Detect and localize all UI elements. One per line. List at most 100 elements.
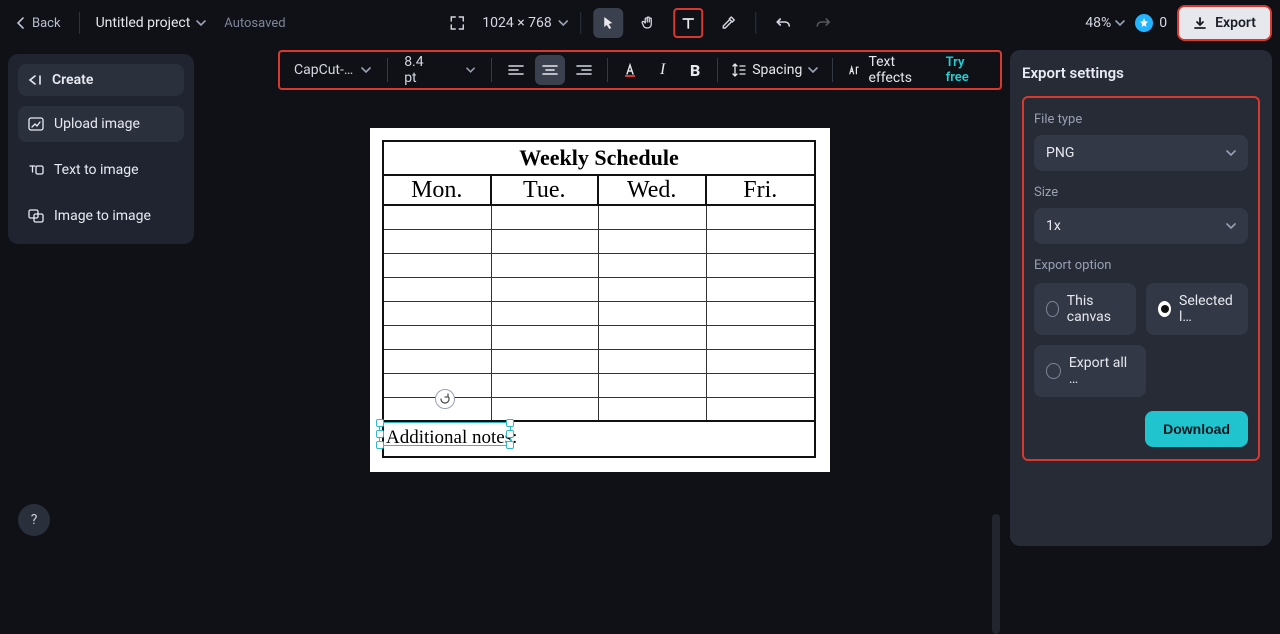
canvas-size-value: 1024 × 768	[482, 15, 552, 31]
eyedropper-tool-button[interactable]	[713, 8, 743, 38]
text-to-image-button[interactable]: Text to image	[18, 152, 184, 188]
hand-tool-button[interactable]	[633, 8, 663, 38]
resize-handle[interactable]	[376, 430, 384, 438]
size-dropdown[interactable]: 1x	[1034, 208, 1248, 244]
chevron-down-icon	[558, 19, 568, 27]
chevron-down-icon	[1226, 222, 1236, 230]
rotate-handle[interactable]	[435, 389, 455, 409]
chevron-down-icon	[808, 66, 818, 74]
chevron-down-icon	[1226, 149, 1236, 157]
radio-icon	[1158, 301, 1171, 317]
create-button[interactable]: Create	[18, 64, 184, 96]
export-label: Export	[1215, 15, 1256, 31]
divider	[755, 12, 756, 34]
align-right-button[interactable]	[569, 55, 599, 85]
text-to-image-icon	[28, 163, 44, 177]
document-canvas[interactable]: Weekly Schedule Mon. Tue. Wed. Fri. Addi…	[370, 128, 830, 472]
create-label: Create	[52, 72, 93, 88]
back-button[interactable]: Back	[8, 10, 69, 37]
align-center-button[interactable]	[535, 55, 565, 85]
project-name: Untitled project	[96, 15, 191, 31]
align-left-button[interactable]	[500, 55, 530, 85]
resize-handle[interactable]	[506, 419, 514, 427]
bold-button[interactable]: B	[681, 55, 709, 85]
size-label: Size	[1034, 185, 1248, 200]
left-sidebar: Create Upload image Text to image Image …	[8, 54, 194, 244]
schedule-header-cell: Mon.	[384, 176, 492, 204]
resize-handle[interactable]	[506, 430, 514, 438]
help-button[interactable]: ?	[18, 504, 50, 536]
text-context-toolbar: CapCut-… 8.4 pt I B Spacing Text effects…	[278, 50, 1002, 90]
canvas-area[interactable]: Weekly Schedule Mon. Tue. Wed. Fri. Addi…	[200, 94, 1000, 554]
chevron-down-icon	[361, 66, 371, 74]
export-option-selected-layers[interactable]: Selected l…	[1146, 283, 1248, 335]
resize-handle[interactable]	[376, 419, 384, 427]
text-effects-button[interactable]: Text effects Try free	[841, 50, 994, 90]
align-right-icon	[576, 64, 592, 76]
undo-button[interactable]	[768, 8, 798, 38]
redo-button[interactable]	[808, 8, 838, 38]
hand-icon	[640, 15, 656, 31]
schedule-header-row: Mon. Tue. Wed. Fri.	[384, 176, 814, 206]
zoom-dropdown[interactable]: 48%	[1085, 15, 1125, 31]
credits-button[interactable]: 0	[1135, 14, 1167, 32]
export-button[interactable]: Export	[1177, 5, 1272, 41]
credits-value: 0	[1159, 15, 1167, 31]
download-label: Download	[1163, 421, 1230, 437]
cursor-icon	[601, 15, 615, 31]
project-name-dropdown[interactable]: Untitled project	[90, 11, 213, 35]
export-settings-panel: Export settings File type PNG Size 1x Ex…	[1010, 50, 1272, 546]
text-icon	[681, 16, 695, 30]
star-icon	[1139, 18, 1149, 28]
download-icon	[1193, 16, 1207, 30]
align-left-icon	[508, 64, 524, 76]
export-settings-box: File type PNG Size 1x Export option This…	[1022, 96, 1260, 461]
export-option-export-all[interactable]: Export all …	[1034, 345, 1146, 397]
radio-icon	[1046, 301, 1059, 317]
resize-canvas-button[interactable]	[442, 8, 472, 38]
resize-icon	[449, 15, 465, 31]
ai-icon	[847, 63, 860, 77]
image-to-image-button[interactable]: Image to image	[18, 198, 184, 234]
scrollbar[interactable]	[992, 514, 1000, 634]
canvas-size-dropdown[interactable]: 1024 × 768	[482, 15, 568, 31]
export-option-label: Export option	[1034, 258, 1248, 273]
file-type-value: PNG	[1046, 145, 1074, 161]
upload-image-icon	[28, 117, 44, 131]
option-label: Selected l…	[1179, 293, 1236, 325]
text-selection-box[interactable]	[379, 422, 511, 446]
text-color-button[interactable]	[616, 55, 644, 85]
resize-handle[interactable]	[376, 441, 384, 449]
font-size-value: 8.4 pt	[404, 54, 436, 86]
italic-button[interactable]: I	[649, 55, 677, 85]
divider	[717, 58, 718, 82]
zoom-value: 48%	[1085, 15, 1111, 31]
help-icon: ?	[31, 512, 38, 528]
option-label: This canvas	[1067, 293, 1124, 325]
export-option-this-canvas[interactable]: This canvas	[1034, 283, 1136, 335]
credits-coin-icon	[1135, 14, 1153, 32]
back-label: Back	[32, 16, 61, 31]
text-tool-button[interactable]	[673, 8, 703, 38]
file-type-dropdown[interactable]: PNG	[1034, 135, 1248, 171]
export-settings-title: Export settings	[1022, 64, 1260, 82]
select-tool-button[interactable]	[593, 8, 623, 38]
font-family-dropdown[interactable]: CapCut-…	[286, 58, 379, 82]
font-size-dropdown[interactable]: 8.4 pt	[396, 50, 483, 90]
resize-handle[interactable]	[506, 441, 514, 449]
option-label: Export all …	[1069, 355, 1134, 387]
size-value: 1x	[1046, 218, 1061, 234]
document-frame: Weekly Schedule Mon. Tue. Wed. Fri. Addi…	[382, 140, 816, 458]
divider	[491, 58, 492, 82]
rotate-icon	[439, 393, 451, 405]
autosave-status: Autosaved	[224, 16, 285, 31]
upload-image-button[interactable]: Upload image	[18, 106, 184, 142]
divider	[832, 58, 833, 82]
align-center-icon	[542, 64, 558, 76]
upload-image-label: Upload image	[54, 116, 140, 132]
schedule-header-cell: Wed.	[599, 176, 707, 204]
text-to-image-label: Text to image	[54, 162, 139, 178]
spacing-dropdown[interactable]: Spacing	[726, 58, 824, 82]
download-button[interactable]: Download	[1145, 411, 1248, 447]
font-family-value: CapCut-…	[294, 62, 353, 78]
